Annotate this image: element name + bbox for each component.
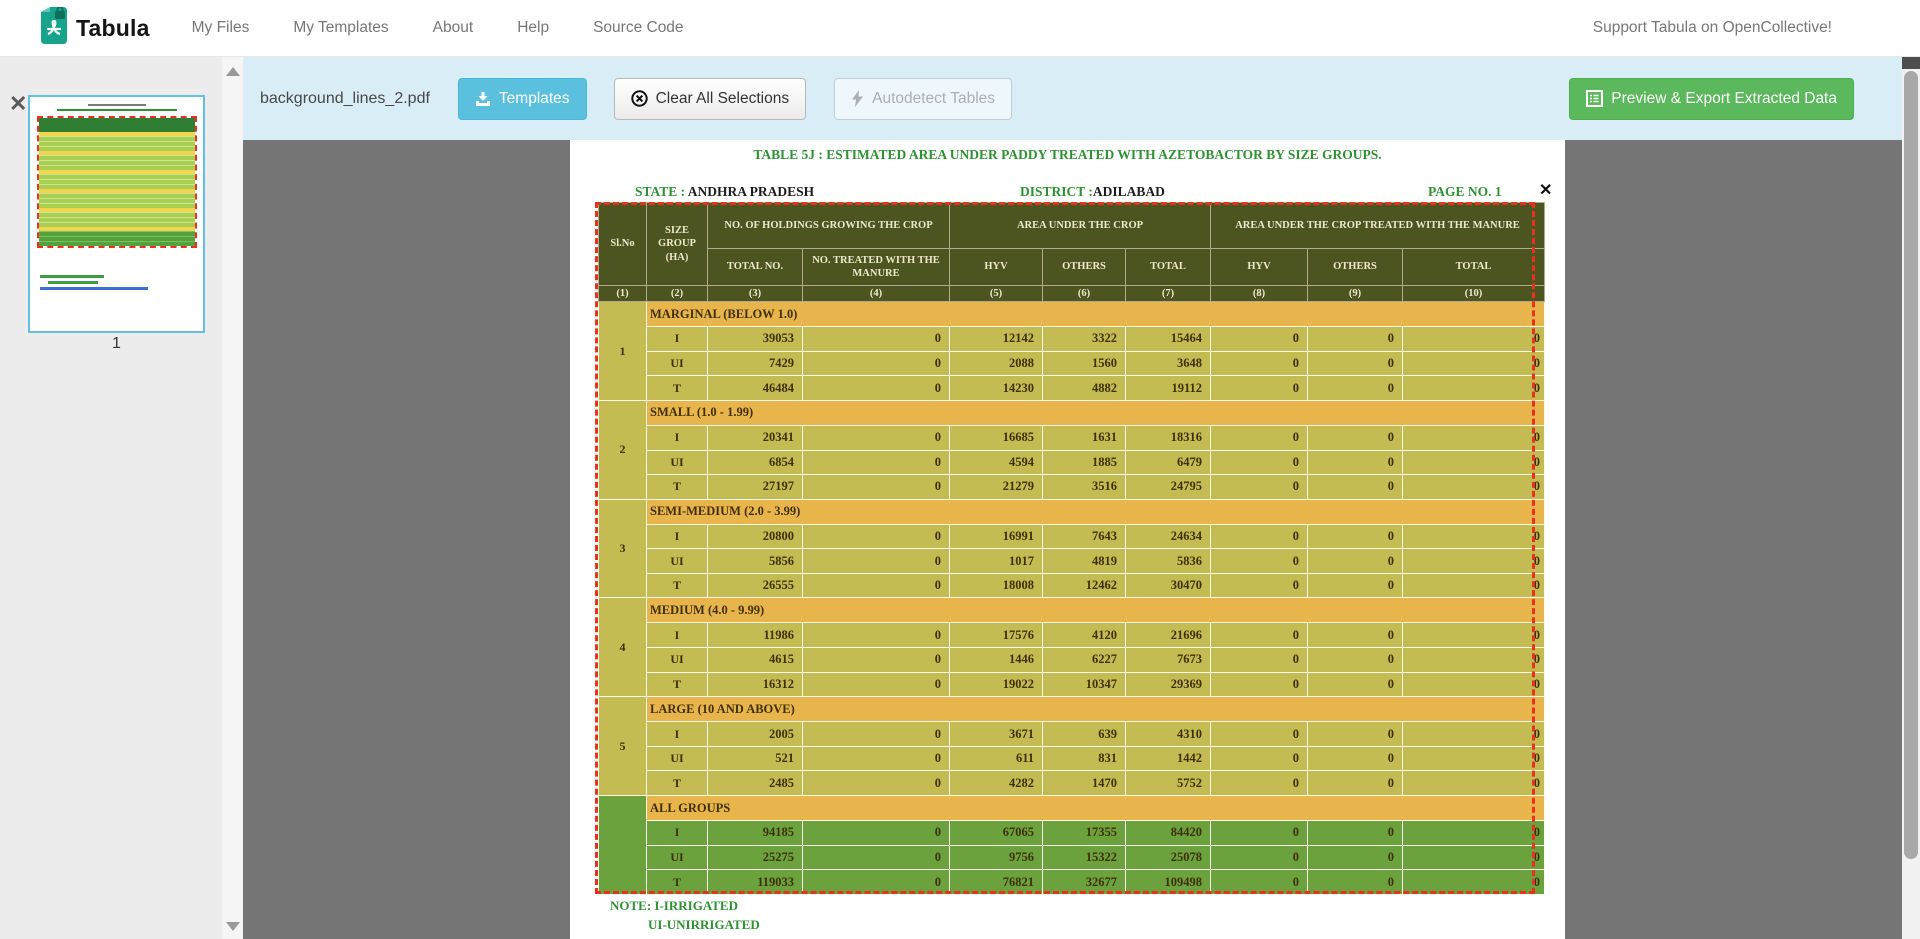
selection-region[interactable] xyxy=(595,202,1535,894)
nav-about[interactable]: About xyxy=(433,19,474,37)
window-scrollbar[interactable] xyxy=(1902,57,1920,939)
nav-help[interactable]: Help xyxy=(517,19,549,37)
brand[interactable]: Tabula xyxy=(37,7,150,49)
district-label: DISTRICT : xyxy=(1020,184,1093,199)
district-value: ADILABAD xyxy=(1093,184,1165,199)
nav-source-code[interactable]: Source Code xyxy=(593,19,683,37)
scroll-up-icon[interactable] xyxy=(226,67,240,76)
pdf-page[interactable]: TABLE 5J : ESTIMATED AREA UNDER PADDY TR… xyxy=(570,140,1565,939)
pdf-meta-line: STATE : ANDHRA PRADESH DISTRICT :ADILABA… xyxy=(570,184,1565,202)
pdf-table-title: TABLE 5J : ESTIMATED AREA UNDER PADDY TR… xyxy=(570,140,1565,163)
scrollbar-top-arrow[interactable] xyxy=(1902,57,1920,69)
support-link[interactable]: Support Tabula on OpenCollective! xyxy=(1593,19,1832,37)
tabula-logo-icon xyxy=(37,7,67,49)
brand-name: Tabula xyxy=(76,15,150,42)
autodetect-tables-button[interactable]: Autodetect Tables xyxy=(834,78,1012,120)
page-no: PAGE NO. 1 xyxy=(1428,184,1502,200)
thumbnail-title-lines xyxy=(30,104,203,111)
thumbnail-note-lines xyxy=(40,275,148,293)
thumbnail-table-header xyxy=(39,118,195,132)
remove-circle-icon xyxy=(631,90,648,107)
sidebar-scrollbar[interactable] xyxy=(222,57,243,939)
preview-export-button[interactable]: Preview & Export Extracted Data xyxy=(1569,78,1854,120)
pdf-note: NOTE: I-IRRIGATED UI-UNIRRIGATED xyxy=(610,897,760,935)
state-label: STATE : xyxy=(635,184,685,199)
selection-close-icon[interactable]: ✕ xyxy=(1539,180,1552,200)
remove-page-icon[interactable]: ✕ xyxy=(9,93,27,115)
toolbar: background_lines_2.pdf Templates Clear A… xyxy=(243,57,1902,140)
note-line-2: UI-UNIRRIGATED xyxy=(648,916,760,935)
thumbnail-page-number: 1 xyxy=(28,335,205,353)
templates-save-icon xyxy=(475,91,491,107)
thumbnail-sidebar: ✕ 1 xyxy=(0,57,222,939)
page-thumbnail[interactable] xyxy=(28,95,205,333)
list-table-icon xyxy=(1586,90,1603,107)
state-value: ANDHRA PRADESH xyxy=(685,184,814,199)
nav-my-files[interactable]: My Files xyxy=(192,19,250,37)
note-line-1: NOTE: I-IRRIGATED xyxy=(610,897,760,916)
lightning-bolt-icon xyxy=(851,90,864,107)
scroll-down-icon[interactable] xyxy=(226,922,240,931)
document-filename: background_lines_2.pdf xyxy=(260,90,430,108)
pdf-viewer: TABLE 5J : ESTIMATED AREA UNDER PADDY TR… xyxy=(243,140,1902,939)
clear-all-selections-button[interactable]: Clear All Selections xyxy=(614,78,807,120)
templates-button[interactable]: Templates xyxy=(458,78,587,120)
scrollbar-thumb[interactable] xyxy=(1904,71,1918,859)
navbar: Tabula My Files My Templates About Help … xyxy=(0,0,1920,57)
nav-my-templates[interactable]: My Templates xyxy=(293,19,388,37)
thumbnail-data-stripe xyxy=(39,241,195,246)
thumbnail-selection-overlay xyxy=(37,116,197,248)
